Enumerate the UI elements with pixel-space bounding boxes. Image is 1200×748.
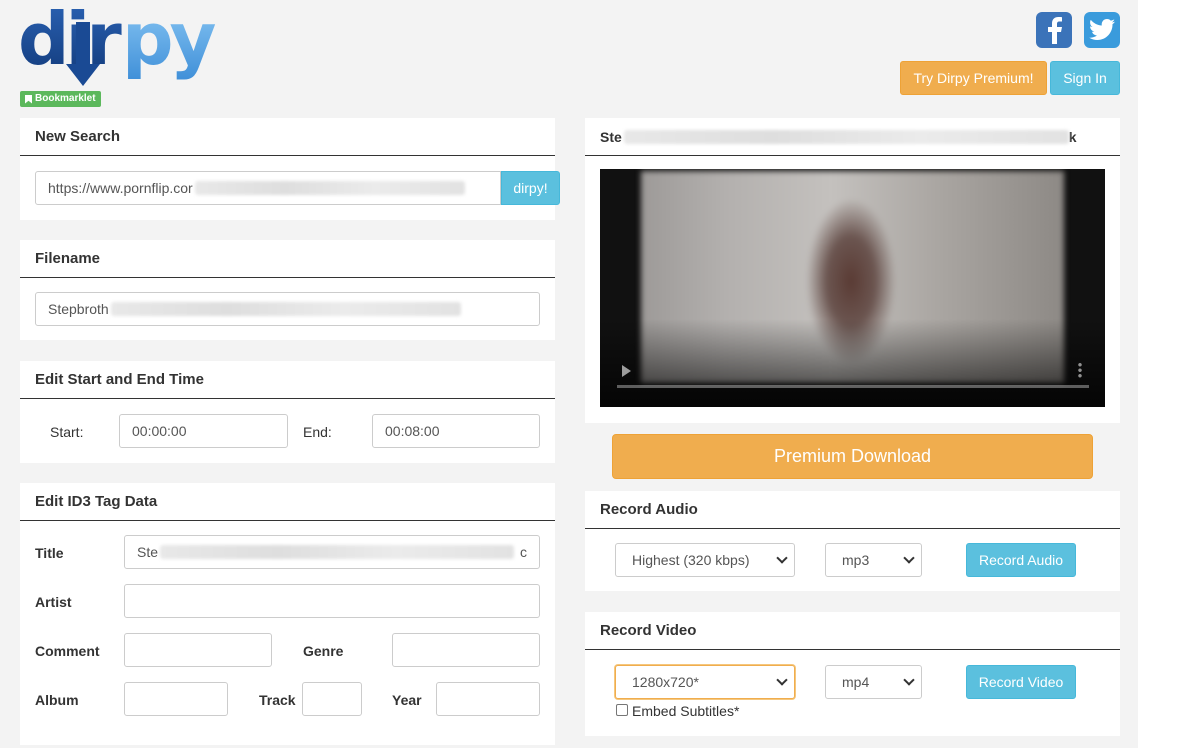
audio-format-value: mp3 bbox=[842, 552, 870, 568]
new-search-panel: New Search https://www.pornflip.cor dirp… bbox=[20, 118, 560, 220]
video-title-redacted bbox=[623, 129, 1069, 144]
dirpy-logo[interactable]: dir py bbox=[18, 2, 228, 92]
year-input[interactable] bbox=[436, 682, 540, 716]
time-heading: Edit Start and End Time bbox=[20, 361, 555, 399]
filename-panel: Filename Stepbroth bbox=[20, 240, 555, 340]
start-time-value: 00:00:00 bbox=[132, 423, 187, 439]
filename-value: Stepbroth bbox=[48, 301, 109, 317]
record-video-button[interactable]: Record Video bbox=[966, 665, 1076, 699]
artist-label: Artist bbox=[35, 594, 72, 610]
filename-input[interactable]: Stepbroth bbox=[35, 292, 540, 326]
chevron-down-icon bbox=[903, 552, 915, 564]
facebook-icon bbox=[1048, 17, 1062, 44]
title-value-tail: c bbox=[520, 544, 527, 560]
new-search-heading: New Search bbox=[20, 118, 555, 156]
video-resolution-value: 1280x720* bbox=[632, 674, 699, 690]
video-title-end: k bbox=[1068, 128, 1077, 145]
svg-text:py: py bbox=[122, 2, 216, 81]
url-input-value: https://www.pornflip.cor bbox=[48, 180, 193, 196]
sign-in-button[interactable]: Sign In bbox=[1050, 61, 1120, 95]
end-time-input[interactable]: 00:08:00 bbox=[372, 414, 540, 448]
bookmark-icon bbox=[25, 94, 32, 104]
id3-heading: Edit ID3 Tag Data bbox=[20, 483, 555, 521]
more-vertical-icon[interactable] bbox=[1078, 362, 1082, 378]
twitter-icon bbox=[1089, 19, 1115, 40]
start-time-input[interactable]: 00:00:00 bbox=[119, 414, 288, 448]
video-format-select[interactable]: mp4 bbox=[825, 665, 922, 699]
url-redacted bbox=[194, 181, 465, 195]
track-input[interactable] bbox=[302, 682, 362, 716]
filename-redacted bbox=[110, 302, 461, 316]
video-controls-shade bbox=[600, 319, 1105, 407]
record-audio-heading: Record Audio bbox=[585, 491, 1120, 529]
title-input[interactable]: Ste c bbox=[124, 535, 540, 569]
video-player[interactable] bbox=[600, 169, 1105, 407]
record-video-heading: Record Video bbox=[585, 612, 1120, 650]
bookmarklet-badge[interactable]: Bookmarklet bbox=[20, 91, 101, 107]
video-preview-panel: Ste k bbox=[585, 118, 1120, 423]
album-input[interactable] bbox=[124, 682, 228, 716]
record-video-panel: Record Video 1280x720* mp4 Record Video … bbox=[585, 612, 1120, 736]
genre-input[interactable] bbox=[392, 633, 540, 667]
album-label: Album bbox=[35, 692, 79, 708]
video-title-start: Ste bbox=[600, 128, 622, 145]
audio-quality-select[interactable]: Highest (320 kbps) bbox=[615, 543, 795, 577]
time-panel: Edit Start and End Time Start: 00:00:00 … bbox=[20, 361, 555, 463]
embed-subtitles-label[interactable]: Embed Subtitles* bbox=[632, 703, 739, 719]
record-audio-panel: Record Audio Highest (320 kbps) mp3 Reco… bbox=[585, 491, 1120, 591]
year-label: Year bbox=[392, 692, 422, 708]
chevron-down-icon bbox=[776, 552, 788, 564]
try-premium-button[interactable]: Try Dirpy Premium! bbox=[900, 61, 1047, 95]
end-time-value: 00:08:00 bbox=[385, 423, 440, 439]
audio-format-select[interactable]: mp3 bbox=[825, 543, 922, 577]
embed-subtitles-checkbox[interactable] bbox=[616, 704, 628, 716]
comment-label: Comment bbox=[35, 643, 100, 659]
chevron-down-icon bbox=[776, 674, 788, 686]
title-redacted bbox=[160, 545, 514, 559]
title-label: Title bbox=[35, 545, 64, 561]
play-icon[interactable] bbox=[622, 365, 631, 377]
start-label: Start: bbox=[50, 424, 84, 440]
video-format-value: mp4 bbox=[842, 674, 870, 690]
track-label: Track bbox=[259, 692, 296, 708]
genre-label: Genre bbox=[303, 643, 344, 659]
dirpy-submit-button[interactable]: dirpy! bbox=[501, 171, 560, 205]
bookmarklet-label: Bookmarklet bbox=[35, 93, 96, 104]
facebook-button[interactable] bbox=[1036, 12, 1072, 48]
end-label: End: bbox=[303, 424, 332, 440]
video-title: Ste k bbox=[585, 118, 1120, 156]
twitter-button[interactable] bbox=[1084, 12, 1120, 48]
video-resolution-select[interactable]: 1280x720* bbox=[615, 665, 795, 699]
chevron-down-icon bbox=[903, 674, 915, 686]
filename-heading: Filename bbox=[20, 240, 555, 278]
premium-download-button[interactable]: Premium Download bbox=[612, 434, 1093, 479]
url-input[interactable]: https://www.pornflip.cor bbox=[35, 171, 501, 205]
audio-quality-value: Highest (320 kbps) bbox=[632, 552, 750, 568]
artist-input[interactable] bbox=[124, 584, 540, 618]
video-progress-bar[interactable] bbox=[617, 385, 1089, 388]
id3-panel: Edit ID3 Tag Data Title Ste c Artist Com… bbox=[20, 483, 555, 745]
record-audio-button[interactable]: Record Audio bbox=[966, 543, 1076, 577]
comment-input[interactable] bbox=[124, 633, 272, 667]
title-value: Ste bbox=[137, 544, 159, 560]
